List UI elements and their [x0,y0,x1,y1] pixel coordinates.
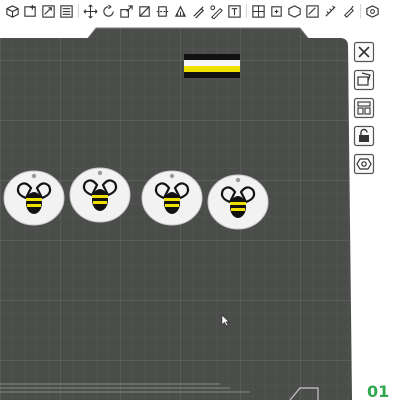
build-plate-area[interactable] [0,24,400,400]
pick-object-icon[interactable] [352,68,376,92]
text-tool-icon[interactable] [226,3,242,19]
toolbar-divider [78,4,79,18]
seam-paint-icon[interactable] [190,3,206,19]
variable-layer-icon[interactable] [304,3,320,19]
auto-orient-icon[interactable] [40,3,56,19]
top-toolbar [0,0,400,25]
plate-settings-icon[interactable] [352,152,376,176]
lay-on-face-icon[interactable] [136,3,152,19]
assembly-icon[interactable] [250,3,266,19]
scale-icon[interactable] [118,3,134,19]
move-icon[interactable] [82,3,98,19]
color-paint-icon[interactable] [208,3,224,19]
plate-number-label[interactable]: 01 [367,384,389,400]
bee-keychain-1[interactable] [3,170,65,226]
bee-keychain-2[interactable] [69,167,131,223]
brush-icon[interactable] [340,3,356,19]
add-object-icon[interactable] [4,3,20,19]
cut-icon[interactable] [154,3,170,19]
toolbar-divider [360,4,361,18]
striped-flag-block[interactable] [184,54,240,78]
bee-keychain-4[interactable] [207,174,269,230]
lock-icon[interactable] [352,124,376,148]
bee-keychain-3[interactable] [141,170,203,226]
toolbar-divider [246,4,247,18]
build-plate[interactable] [0,24,400,400]
support-paint-icon[interactable] [172,3,188,19]
measure-icon[interactable] [322,3,338,19]
rotate-icon[interactable] [100,3,116,19]
split-parts-icon[interactable] [286,3,302,19]
split-objects-icon[interactable] [268,3,284,19]
layout-icon[interactable] [352,96,376,120]
settings-icon[interactable] [364,3,380,19]
arrange-icon[interactable] [58,3,74,19]
close-icon[interactable] [352,40,376,64]
add-plate-icon[interactable] [22,3,38,19]
